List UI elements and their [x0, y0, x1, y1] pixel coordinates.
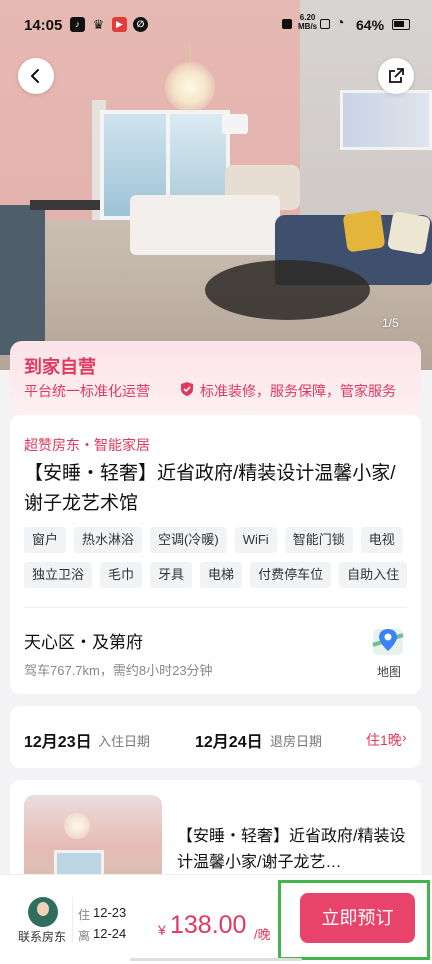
- chevron-right-icon: ›: [402, 729, 407, 745]
- host-avatar[interactable]: [28, 897, 58, 927]
- divider: [72, 897, 73, 943]
- status-time: 14:05: [24, 17, 63, 34]
- hero-pillow-beige: [386, 210, 432, 256]
- share-button[interactable]: [378, 58, 414, 94]
- hero-coffee-table: [205, 260, 370, 320]
- check-out-date[interactable]: 12月24日: [195, 728, 263, 752]
- amenity-tag: 独立卫浴: [24, 562, 93, 588]
- amenity-tag: 窗户: [24, 527, 67, 553]
- promo-subtitle: 平台统一标准化运营: [24, 383, 150, 399]
- network-speed-value: 6.20: [299, 13, 316, 22]
- hero-pillow-yellow: [342, 209, 386, 253]
- nfc-icon: [320, 19, 330, 29]
- nights-count[interactable]: 住1晚: [366, 730, 402, 750]
- video-app-icon: ▶: [112, 17, 127, 32]
- location-name[interactable]: 天心区・及第府: [24, 628, 143, 653]
- shield-check-icon: [181, 382, 193, 396]
- listing-info-card: 超赞房东・智能家居 【安睡・轻奢】近省政府/精装设计温馨小家/谢子龙艺术馆 窗户…: [10, 415, 421, 694]
- hero-chandelier: [165, 62, 215, 112]
- status-notification-icons: ♪ ♛ ▶ ∅: [70, 17, 148, 32]
- host-tagline: 超赞房东・智能家居: [24, 437, 150, 453]
- stay-in-date: 12-23: [93, 905, 127, 920]
- price-value: 138.00: [170, 911, 247, 939]
- amenity-tag: 电梯: [200, 562, 243, 588]
- contact-host-label[interactable]: 联系房东: [18, 928, 66, 945]
- battery-icon: [392, 19, 410, 30]
- network-speed: 6.20 MB/s: [298, 13, 317, 31]
- hero-image[interactable]: 1/5: [0, 0, 432, 370]
- hero-poster: [340, 90, 432, 150]
- room-thumb-chandelier: [64, 813, 90, 839]
- stay-out-label: 离: [78, 929, 91, 943]
- date-selector[interactable]: 12月23日 入住日期 12月24日 退房日期 住1晚 ›: [10, 706, 421, 768]
- wifi-icon: ◔: [336, 14, 345, 30]
- amenity-tag: 牙具: [150, 562, 193, 588]
- map-label[interactable]: 地图: [377, 663, 401, 680]
- amenity-tag: WiFi: [234, 527, 277, 553]
- chevron-left-icon: [31, 69, 39, 83]
- share-icon: [389, 68, 404, 83]
- check-in-label: 入住日期: [98, 734, 151, 749]
- vibrate-icon: [282, 19, 292, 29]
- stay-out-date: 12-24: [93, 926, 127, 941]
- promo-guarantee: 标准装修，服务保障，管家服务: [200, 383, 396, 399]
- amenity-tag: 自助入住: [339, 562, 408, 588]
- stay-in-label: 住: [78, 908, 91, 922]
- network-speed-unit: MB/s: [298, 22, 318, 31]
- drive-distance: 驾车767.7km，需约8小时23分钟: [24, 663, 213, 678]
- price-unit: /晚: [254, 927, 271, 942]
- amenity-tag: 智能门锁: [284, 527, 353, 553]
- promo-banner: 到家自营 平台统一标准化运营 标准装修，服务保障，管家服务: [10, 341, 421, 415]
- hero-air-conditioner: [222, 114, 248, 134]
- amenity-tag: 热水淋浴: [74, 527, 143, 553]
- price-currency: ¥: [158, 922, 166, 938]
- tiktok-icon: ♪: [70, 17, 85, 32]
- amenity-tag: 付费停车位: [250, 562, 332, 588]
- home-indicator[interactable]: [130, 958, 302, 961]
- divider: [24, 607, 407, 608]
- amenity-tag: 毛巾: [100, 562, 143, 588]
- listing-title: 【安睡・轻奢】近省政府/精装设计温馨小家/谢子龙艺术馆: [24, 463, 396, 514]
- back-button[interactable]: [18, 58, 54, 94]
- amenity-list: 窗户 热水淋浴 空调(冷暖) WiFi 智能门锁 电视 独立卫浴 毛巾 牙具 电…: [24, 527, 414, 588]
- image-counter: 1/5: [382, 316, 399, 330]
- hero-cabinet: [0, 205, 45, 355]
- map-icon[interactable]: [371, 625, 405, 659]
- check-out-label: 退房日期: [270, 734, 323, 749]
- battery-percent: 64%: [356, 17, 385, 33]
- room-title: 【安睡・轻奢】近省政府/精装设计温馨小家/谢子龙艺…: [177, 828, 406, 871]
- amenity-tag: 空调(冷暖): [150, 527, 227, 553]
- promo-title: 到家自营: [24, 357, 96, 377]
- app-icon: ∅: [133, 17, 148, 32]
- hero-desk: [30, 200, 100, 210]
- status-bar: 14:05 ♪ ♛ ▶ ∅ 6.20 MB/s ◔ 64%: [0, 0, 432, 48]
- book-now-button[interactable]: 立即预订: [300, 893, 415, 943]
- crown-icon: ♛: [92, 17, 105, 32]
- check-in-date[interactable]: 12月23日: [24, 728, 92, 752]
- hero-bed: [130, 195, 280, 255]
- amenity-tag: 电视: [360, 527, 403, 553]
